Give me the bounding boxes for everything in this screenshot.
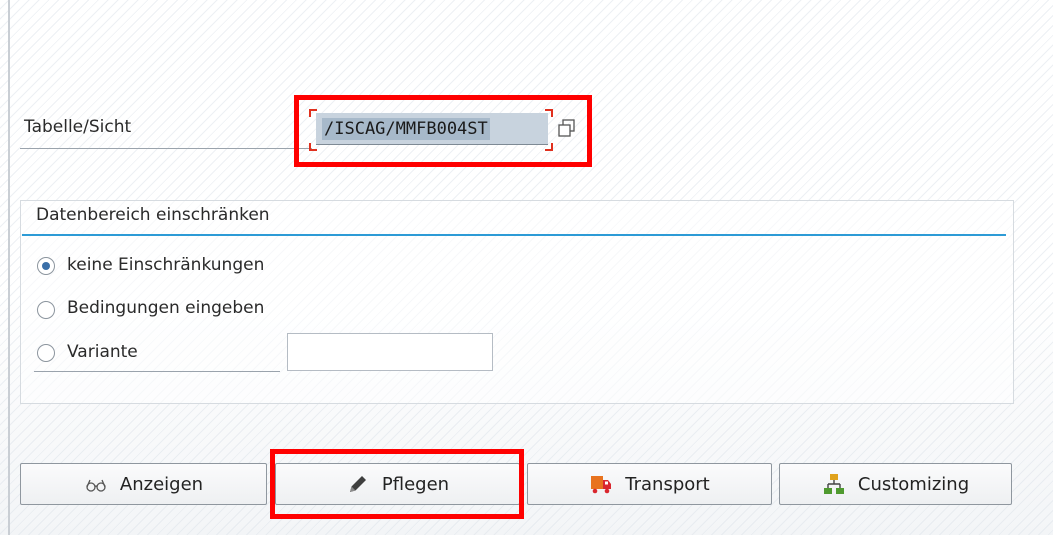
group-title-rule — [22, 234, 1006, 236]
annotation-highlight-table-field — [294, 95, 592, 167]
glasses-icon — [86, 479, 106, 492]
truck-icon — [591, 476, 612, 494]
customizing-button[interactable]: Customizing — [779, 463, 1012, 505]
variant-row-underline — [34, 371, 280, 372]
variant-input[interactable] — [287, 333, 493, 371]
radio-variant[interactable] — [37, 344, 55, 362]
table-view-label-underline — [20, 148, 312, 149]
display-button-label: Anzeigen — [119, 473, 204, 495]
transport-button[interactable]: Transport — [527, 463, 772, 505]
data-range-group-title: Datenbereich einschränken — [36, 205, 270, 225]
radio-no-restrictions[interactable] — [37, 257, 55, 275]
annotation-highlight-maintain-button — [270, 449, 524, 519]
display-button[interactable]: Anzeigen — [20, 463, 267, 505]
radio-enter-conditions-label: Bedingungen eingeben — [67, 298, 265, 318]
sap-screen: Tabelle/Sicht /ISCAG/MMFB004ST Datenbere… — [0, 0, 1053, 535]
radio-no-restrictions-label: keine Einschränkungen — [67, 255, 265, 275]
radio-variant-label: Variante — [67, 342, 138, 362]
hierarchy-icon — [823, 474, 844, 494]
radio-enter-conditions[interactable] — [37, 301, 55, 319]
window-left-border — [8, 0, 10, 535]
table-view-label: Tabelle/Sicht — [24, 117, 132, 137]
customizing-button-label: Customizing — [857, 473, 970, 495]
transport-button-label: Transport — [625, 473, 710, 495]
